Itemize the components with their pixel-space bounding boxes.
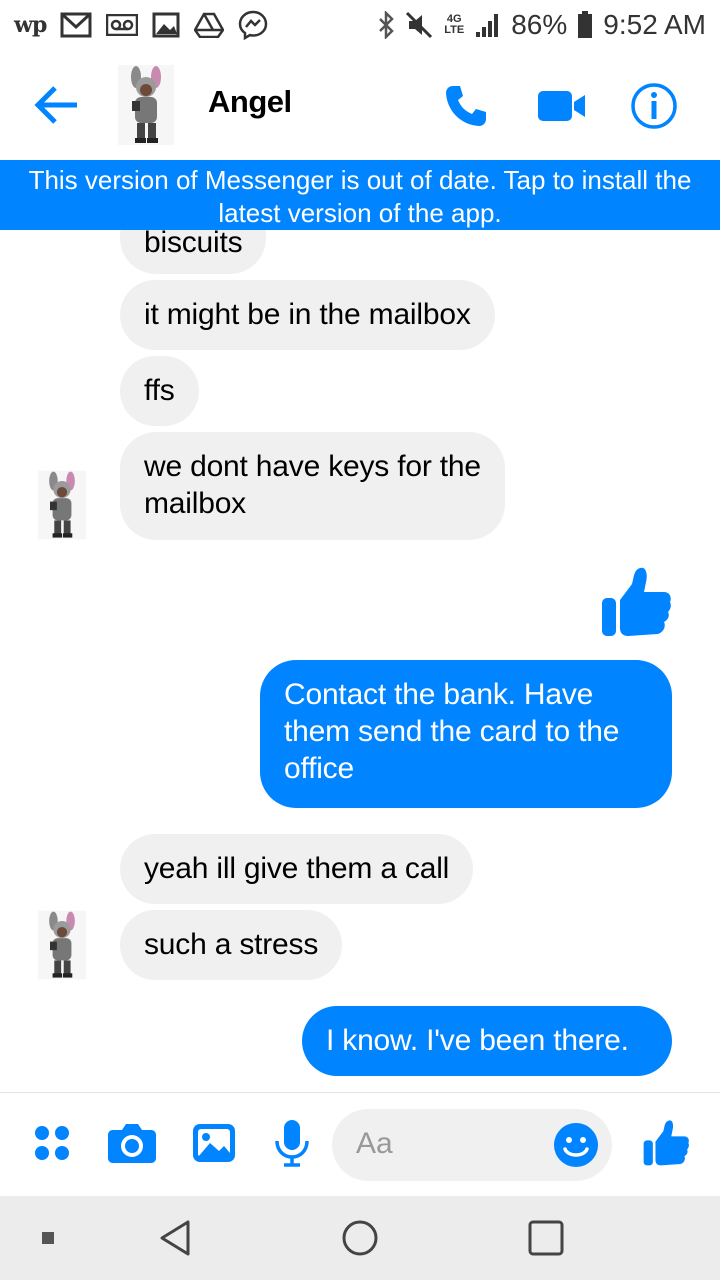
message-text: ffs	[144, 374, 175, 407]
more-actions-button[interactable]	[26, 1117, 78, 1169]
system-status: 4G LTE 86% 9:52 AM	[377, 9, 706, 41]
voice-record-button[interactable]	[266, 1117, 318, 1169]
bluetooth-icon	[377, 10, 395, 40]
message-text-line: Contact the bank. Have	[284, 678, 594, 711]
drive-icon	[194, 10, 225, 40]
system-navigation-bar	[0, 1196, 720, 1280]
mute-icon	[405, 10, 433, 40]
message-list[interactable]: biscuits it might be in the mailbox ffs …	[0, 230, 720, 1092]
back-triangle-icon	[160, 1220, 190, 1256]
message-text-line: office	[284, 752, 354, 785]
battery-icon	[577, 10, 593, 40]
contact-avatar[interactable]	[118, 65, 174, 145]
back-button[interactable]	[28, 80, 84, 130]
status-bar: wp 4G LTE 86% 9:52 AM	[0, 0, 720, 50]
info-icon	[631, 83, 677, 129]
message-text: yeah ill give them a call	[144, 852, 450, 885]
like-sticker[interactable]	[598, 564, 674, 640]
voicemail-icon	[106, 10, 139, 40]
overview-button[interactable]	[518, 1210, 574, 1266]
thumbs-up-icon	[602, 567, 671, 636]
back-arrow-icon	[34, 86, 77, 124]
thumbs-up-icon	[643, 1120, 689, 1166]
clock: 9:52 AM	[603, 9, 706, 40]
gallery-button[interactable]	[188, 1117, 240, 1169]
signal-icon	[475, 10, 501, 40]
message-bubble[interactable]: I know. I've been there.	[302, 1006, 672, 1076]
camera-icon	[108, 1124, 156, 1163]
update-banner[interactable]: This version of Messenger is out of date…	[0, 160, 720, 230]
message-text-line: mailbox	[144, 487, 246, 520]
message-bubble[interactable]: biscuits	[120, 230, 267, 274]
network-type-icon: 4G LTE	[443, 10, 465, 40]
message-bubble[interactable]: we dont have keys for the mailbox	[120, 432, 505, 540]
gmail-icon	[60, 10, 92, 40]
voice-call-button[interactable]	[438, 78, 494, 134]
child-photo-icon	[38, 910, 86, 980]
message-text-line: them send the card to the	[284, 715, 620, 748]
message-text: it might be in the mailbox	[144, 298, 471, 331]
phone-icon	[446, 86, 486, 126]
washington-post-icon: wp	[14, 12, 47, 38]
child-photo-icon	[38, 470, 86, 540]
small-square-icon	[42, 1232, 54, 1244]
message-text: such a stress	[144, 928, 319, 961]
message-text: I know. I've been there.	[326, 1024, 629, 1057]
back-nav-button[interactable]	[148, 1210, 204, 1266]
message-bubble[interactable]: ffs	[120, 356, 199, 426]
camera-button[interactable]	[106, 1117, 158, 1169]
notification-icons: wp	[14, 10, 268, 40]
sender-avatar[interactable]	[38, 468, 86, 542]
microphone-icon	[275, 1120, 309, 1167]
smiley-icon	[554, 1123, 598, 1167]
network-type-label: 4G LTE	[444, 13, 465, 36]
message-text: biscuits	[144, 230, 243, 259]
message-bubble[interactable]: Contact the bank. Have them send the car…	[260, 660, 672, 808]
gallery-icon	[152, 10, 180, 40]
message-input[interactable]: Aa	[332, 1109, 612, 1181]
like-button[interactable]	[640, 1117, 692, 1169]
message-text-line: we dont have keys for the	[144, 450, 481, 483]
child-photo-icon	[118, 65, 174, 145]
conversation-header: Angel	[0, 50, 720, 160]
home-button[interactable]	[332, 1210, 388, 1266]
video-camera-icon	[538, 91, 585, 121]
sender-avatar[interactable]	[38, 908, 86, 982]
video-call-button[interactable]	[530, 78, 594, 134]
image-icon	[193, 1124, 235, 1162]
contact-name[interactable]: Angel	[208, 84, 292, 120]
messenger-icon	[238, 10, 268, 40]
message-composer: Aa	[0, 1092, 720, 1196]
info-button[interactable]	[626, 78, 682, 134]
home-circle-icon	[342, 1220, 378, 1256]
message-bubble[interactable]: such a stress	[120, 910, 343, 980]
recents-indicator	[20, 1210, 76, 1266]
battery-percent: 86%	[511, 9, 568, 40]
message-input-placeholder: Aa	[356, 1127, 393, 1160]
message-bubble[interactable]: it might be in the mailbox	[120, 280, 495, 350]
emoji-button[interactable]	[552, 1121, 600, 1169]
overview-square-icon	[528, 1220, 564, 1256]
message-bubble[interactable]: yeah ill give them a call	[120, 834, 474, 904]
four-dots-icon	[35, 1126, 69, 1160]
